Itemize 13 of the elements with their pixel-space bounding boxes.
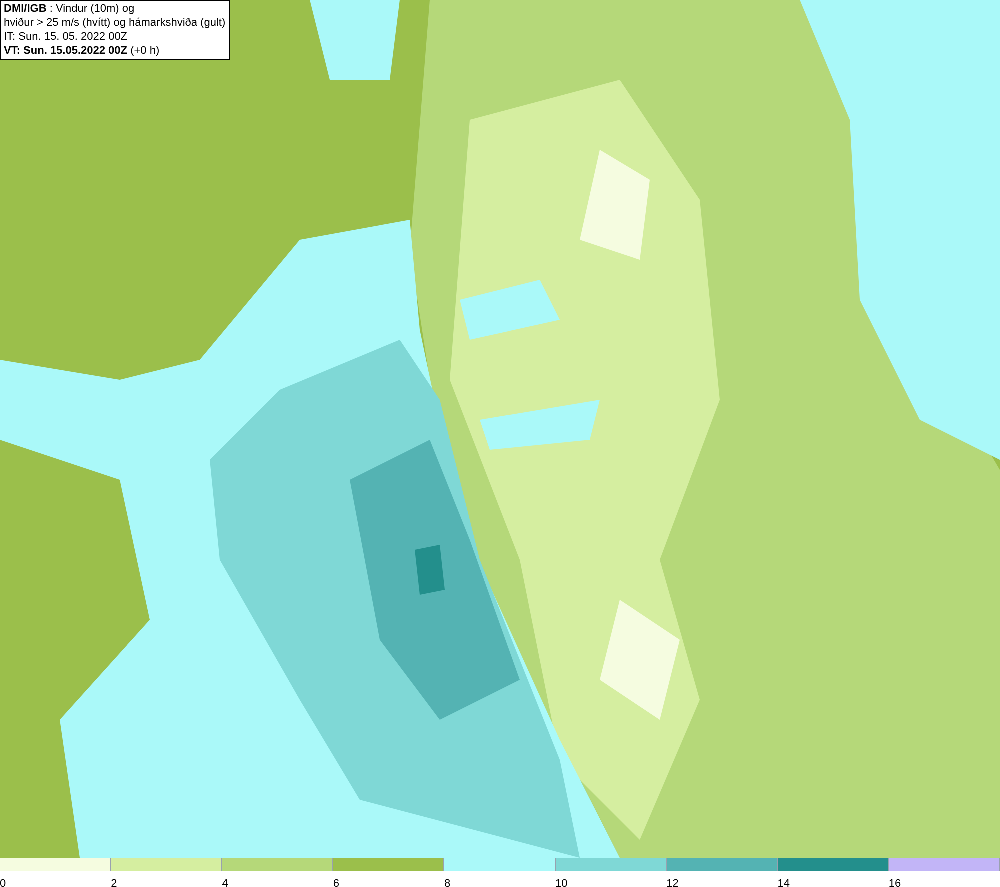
title-line: hviður > 25 m/s (hvítt) og hámarkshviða (gult) (4, 16, 226, 30)
legend-tick-label: 14 (778, 878, 790, 887)
legend-tick-label: 16 (888, 878, 902, 887)
legend-tick-label: 4 (222, 878, 228, 887)
legend-tick-label: 10 (556, 878, 568, 887)
legend-tick-label: 6 (333, 878, 340, 887)
title-line: DMI/IGB : Vindur (10m) og (4, 2, 136, 16)
legend-tick-label: 2 (111, 878, 118, 887)
legend-tick-label: 8 (444, 878, 451, 887)
title-line: VT: Sun. 15.05.2022 00Z (+0 h) (4, 44, 161, 58)
title-line: IT: Sun. 15. 05. 2022 00Z (4, 30, 129, 44)
legend-tick-label: 12 (666, 878, 679, 887)
legend-tick-label: 0 (0, 878, 6, 887)
